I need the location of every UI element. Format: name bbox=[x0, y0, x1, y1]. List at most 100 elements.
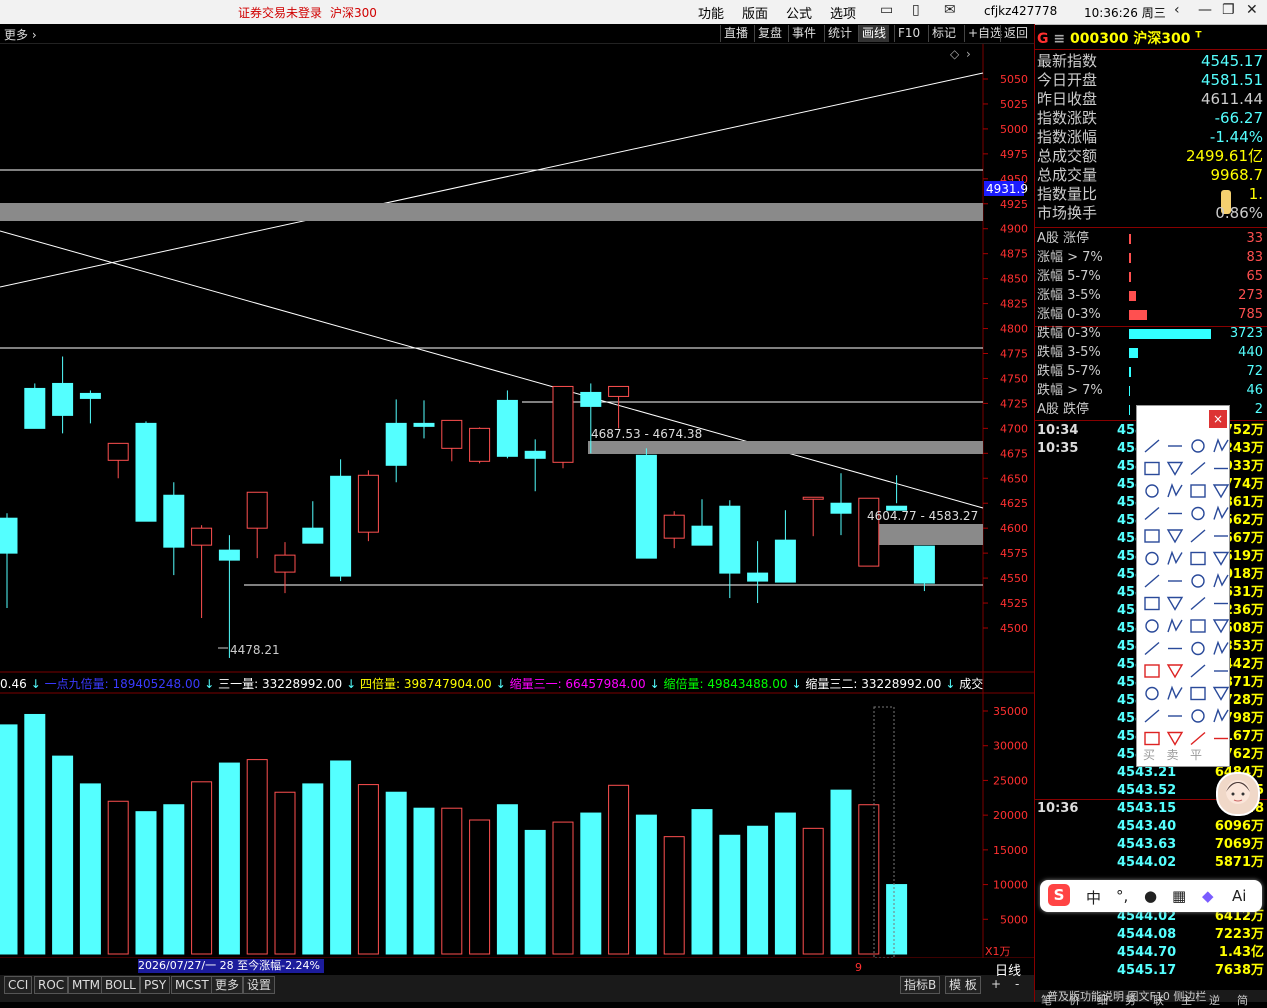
template-tab[interactable]: 模 板 bbox=[945, 976, 981, 994]
trade-shortcuts[interactable]: 买 卖 平 bbox=[1143, 746, 1223, 763]
panel-tab[interactable]: 笔 bbox=[1041, 992, 1052, 1008]
panel-tab[interactable]: 联 bbox=[1153, 992, 1164, 1008]
close-icon[interactable]: ✕ bbox=[1246, 2, 1258, 18]
account-id[interactable]: cfjkz427778 bbox=[984, 4, 1057, 18]
panel-tab[interactable]: 价 bbox=[1069, 992, 1080, 1008]
draw-tool-icon[interactable] bbox=[1166, 529, 1184, 544]
assistant-avatar[interactable] bbox=[1216, 772, 1260, 816]
panel-tab[interactable]: 细 bbox=[1097, 992, 1108, 1008]
f10-button[interactable]: F10 bbox=[894, 25, 923, 42]
return-button[interactable]: 返回 bbox=[1000, 25, 1031, 42]
draw-tool-icon[interactable] bbox=[1144, 529, 1160, 543]
replay-button[interactable]: 复盘 bbox=[754, 25, 785, 42]
draw-tool-icon[interactable] bbox=[1144, 506, 1160, 521]
draw-tool-icon[interactable] bbox=[1167, 617, 1183, 633]
draw-tool-icon[interactable] bbox=[1190, 529, 1206, 543]
draw-tool-icon[interactable] bbox=[1213, 640, 1229, 655]
indicator-roc[interactable]: ROC bbox=[34, 976, 69, 994]
indicator-cci[interactable]: CCI bbox=[4, 976, 33, 994]
draw-tool-icon[interactable] bbox=[1212, 686, 1229, 701]
menu-function[interactable]: 功能 bbox=[698, 3, 724, 22]
ime-toolbar[interactable]: S 中 °, ● ▦ ◆ Ai bbox=[1040, 880, 1262, 912]
draw-tool-icon[interactable] bbox=[1213, 572, 1229, 588]
draw-line-button[interactable]: 画线 bbox=[858, 25, 890, 42]
draw-tool-icon[interactable] bbox=[1212, 551, 1229, 566]
draw-tool-icon[interactable] bbox=[1144, 664, 1160, 678]
draw-tool-icon[interactable] bbox=[1191, 506, 1205, 521]
buy-label[interactable]: 买 bbox=[1143, 748, 1155, 762]
back-icon[interactable]: ‹ bbox=[1174, 2, 1180, 18]
live-button[interactable]: 直播 bbox=[720, 25, 751, 42]
draw-tool-icon[interactable] bbox=[1144, 641, 1160, 656]
close-palette-button[interactable]: × bbox=[1209, 410, 1227, 428]
more-menu[interactable]: 更多 › bbox=[4, 26, 37, 43]
draw-tool-icon[interactable] bbox=[1212, 484, 1229, 499]
ime-voice-icon[interactable]: ● bbox=[1144, 887, 1157, 905]
restore-icon[interactable]: ❐ bbox=[1222, 2, 1235, 18]
phone-icon[interactable]: ▯ bbox=[912, 2, 920, 18]
draw-tool-icon[interactable] bbox=[1213, 505, 1229, 520]
drawing-tools-palette[interactable]: × 买 卖 平 bbox=[1136, 405, 1230, 767]
draw-tool-icon[interactable] bbox=[1144, 731, 1160, 746]
draw-tool-icon[interactable] bbox=[1190, 619, 1206, 633]
panel-tab[interactable]: 简 bbox=[1237, 992, 1248, 1008]
panel-tab[interactable]: 主 bbox=[1181, 992, 1192, 1008]
draw-tool-icon[interactable] bbox=[1144, 461, 1160, 476]
ime-ai-button[interactable]: Ai bbox=[1232, 887, 1246, 905]
ime-keyboard-icon[interactable]: ▦ bbox=[1172, 887, 1186, 905]
panel-tab[interactable]: 逆 bbox=[1209, 992, 1220, 1008]
draw-tool-icon[interactable] bbox=[1166, 664, 1184, 679]
draw-tool-icon[interactable] bbox=[1144, 596, 1160, 611]
ime-logo-icon[interactable]: S bbox=[1048, 884, 1070, 906]
draw-tool-icon[interactable] bbox=[1190, 551, 1206, 566]
draw-tool-icon[interactable] bbox=[1190, 484, 1206, 498]
draw-tool-icon[interactable] bbox=[1212, 619, 1229, 634]
draw-tool-icon[interactable] bbox=[1191, 709, 1205, 723]
flat-label[interactable]: 平 bbox=[1190, 748, 1202, 762]
screen-icon[interactable]: ▭ bbox=[880, 2, 893, 18]
draw-tool-icon[interactable] bbox=[1166, 596, 1184, 611]
menu-icon[interactable]: ≡ bbox=[1053, 31, 1070, 47]
sell-label[interactable]: 卖 bbox=[1166, 748, 1178, 762]
mark-button[interactable]: 标记 bbox=[928, 25, 959, 42]
draw-tool-icon[interactable] bbox=[1144, 709, 1160, 723]
menu-formula[interactable]: 公式 bbox=[786, 3, 812, 22]
draw-tool-icon[interactable] bbox=[1191, 641, 1205, 656]
indicator-b-tab[interactable]: 指标B bbox=[900, 976, 941, 994]
draw-tool-icon[interactable] bbox=[1167, 685, 1183, 700]
draw-tool-icon[interactable] bbox=[1144, 574, 1160, 588]
draw-tool-icon[interactable] bbox=[1144, 439, 1160, 453]
draw-tool-icon[interactable] bbox=[1167, 482, 1183, 498]
indicator-settings[interactable]: 设置 bbox=[243, 976, 276, 994]
draw-tool-icon[interactable] bbox=[1145, 619, 1159, 633]
menu-layout[interactable]: 版面 bbox=[742, 3, 768, 22]
draw-tool-icon[interactable] bbox=[1190, 461, 1206, 476]
drawing-tools-grid[interactable] bbox=[1137, 434, 1229, 764]
minimize-icon[interactable]: — bbox=[1198, 2, 1212, 18]
menu-options[interactable]: 选项 bbox=[830, 3, 856, 22]
event-button[interactable]: 事件 bbox=[788, 25, 819, 42]
draw-tool-icon[interactable] bbox=[1145, 551, 1159, 566]
indicator-psy[interactable]: PSY bbox=[140, 976, 171, 994]
period-label[interactable]: 日线 bbox=[995, 960, 1021, 979]
indicator-boll[interactable]: BOLL bbox=[101, 976, 140, 994]
add-watchlist-button[interactable]: +自选 bbox=[964, 25, 1005, 42]
ime-punctuation-icon[interactable]: °, bbox=[1116, 887, 1128, 905]
draw-tool-icon[interactable] bbox=[1166, 731, 1184, 746]
draw-tool-icon[interactable] bbox=[1166, 461, 1184, 476]
ime-skin-icon[interactable]: ◆ bbox=[1202, 887, 1214, 905]
draw-tool-icon[interactable] bbox=[1190, 731, 1206, 746]
stats-button[interactable]: 统计 bbox=[824, 25, 855, 42]
indicator-mtm[interactable]: MTM bbox=[68, 976, 105, 994]
mail-icon[interactable]: ✉ bbox=[944, 2, 956, 18]
draw-tool-icon[interactable] bbox=[1190, 596, 1206, 611]
ime-chinese-toggle[interactable]: 中 bbox=[1086, 887, 1101, 908]
draw-tool-icon[interactable] bbox=[1145, 686, 1159, 701]
indicator-mcst[interactable]: MCST bbox=[171, 976, 213, 994]
draw-tool-icon[interactable] bbox=[1191, 439, 1205, 453]
draw-tool-icon[interactable] bbox=[1213, 437, 1229, 453]
indicator-more[interactable]: 更多 bbox=[211, 976, 244, 994]
draw-tool-icon[interactable] bbox=[1145, 484, 1159, 498]
draw-tool-icon[interactable] bbox=[1191, 574, 1205, 588]
draw-tool-icon[interactable] bbox=[1213, 707, 1229, 723]
